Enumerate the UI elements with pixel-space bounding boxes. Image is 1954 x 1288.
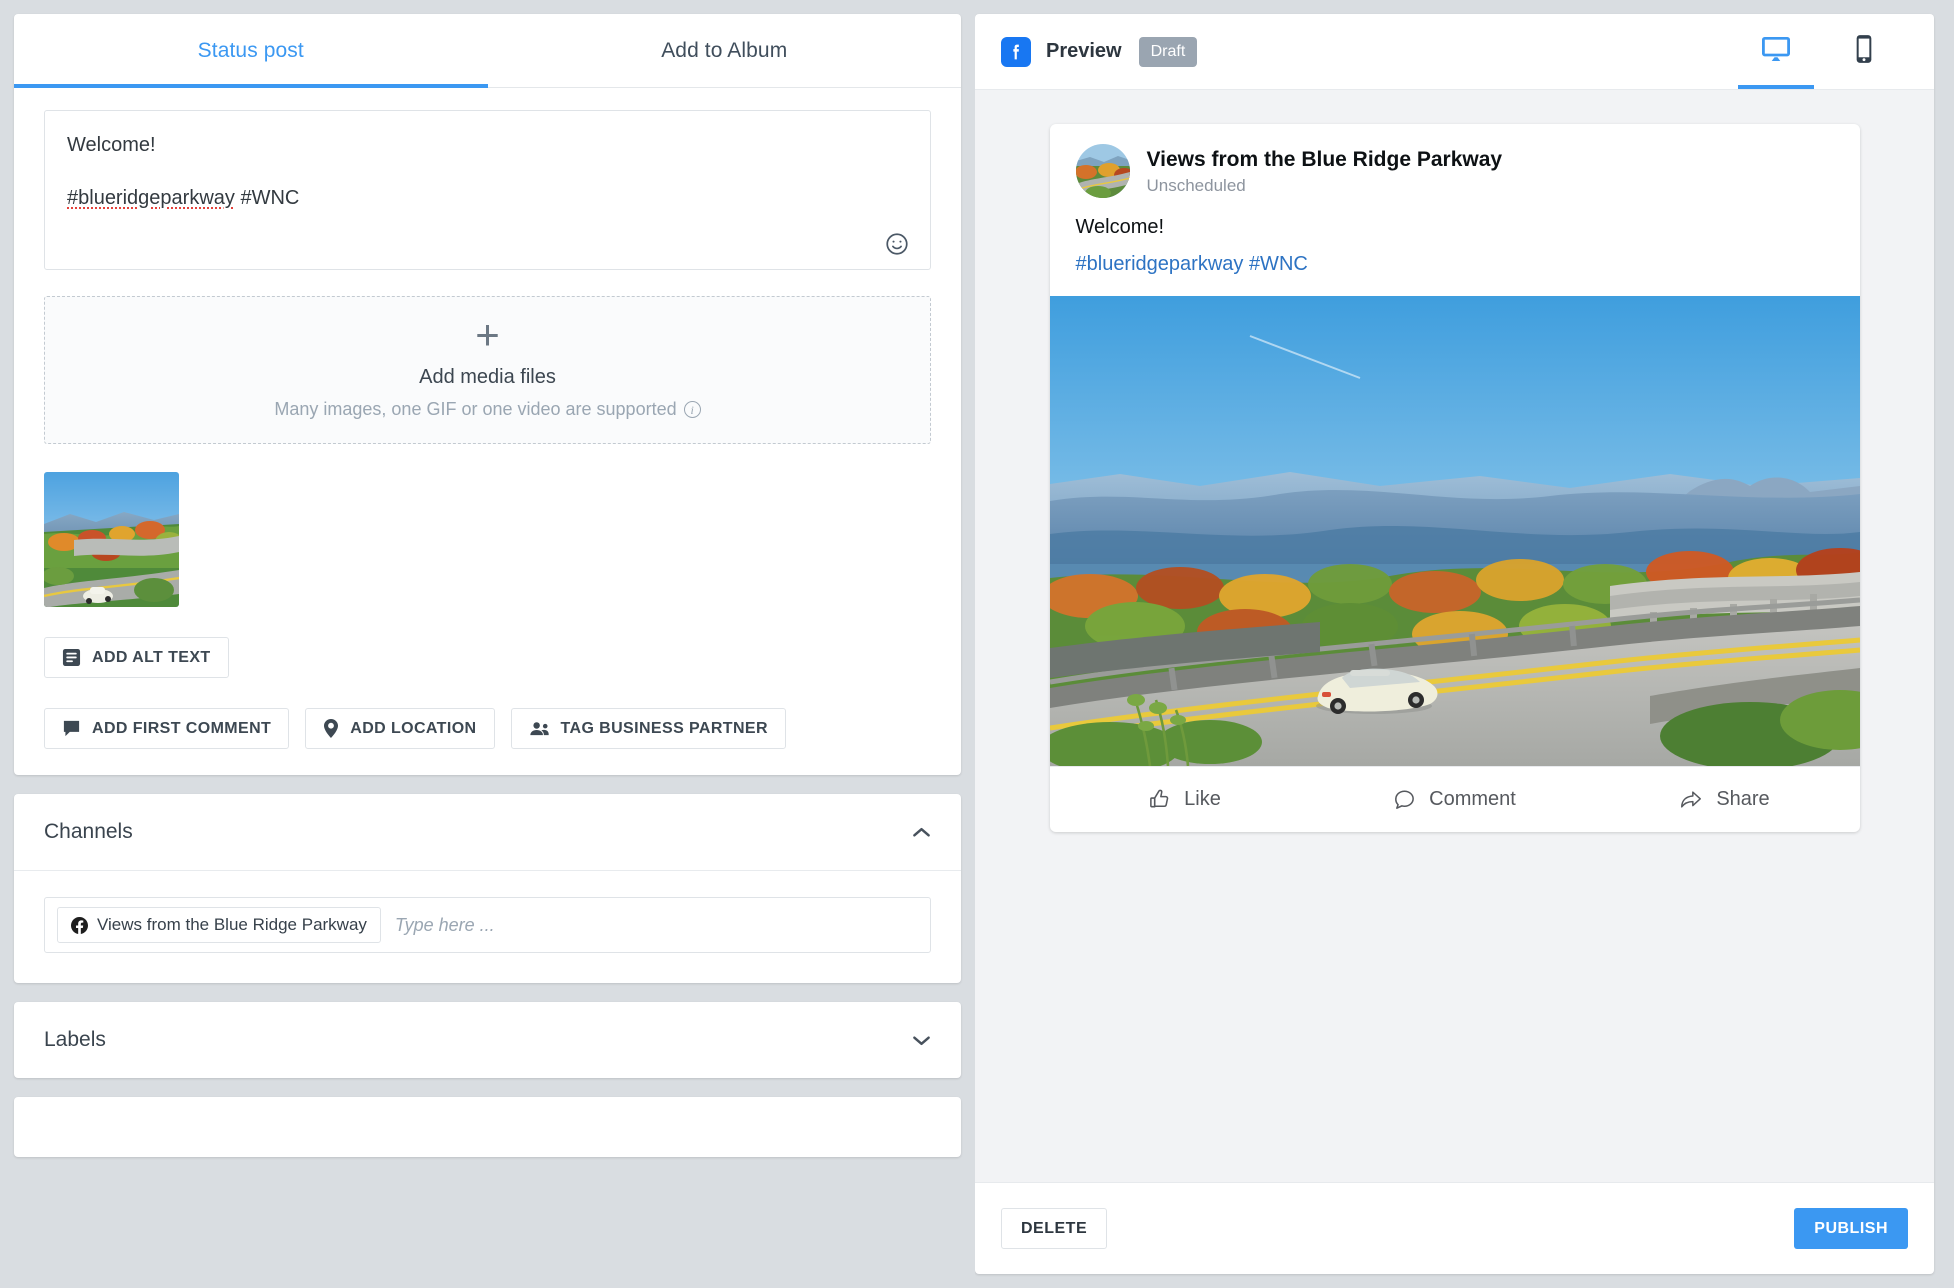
info-icon[interactable]: i: [683, 401, 701, 418]
share-arrow-icon: [1679, 788, 1703, 811]
alt-text-button-row: ADD ALT TEXT: [44, 637, 931, 678]
add-media-dropzone[interactable]: + Add media files Many images, one GIF o…: [44, 296, 931, 444]
channel-chip-facebook[interactable]: Views from the Blue Ridge Parkway: [57, 907, 381, 943]
post-text-editor[interactable]: Welcome! #blueridgeparkway #WNC: [44, 110, 931, 270]
share-label: Share: [1716, 788, 1770, 810]
smiley-icon[interactable]: [884, 231, 910, 257]
channels-section-header[interactable]: Channels: [14, 794, 961, 870]
tag-business-partner-label: TAG BUSINESS PARTNER: [560, 719, 768, 737]
thumbs-up-icon: [1148, 788, 1171, 811]
tab-add-to-album-label: Add to Album: [661, 38, 788, 62]
channels-section-body: Views from the Blue Ridge Parkway Type h…: [14, 871, 961, 983]
phone-icon: [1847, 33, 1881, 70]
compose-body: Welcome! #blueridgeparkway #WNC + Add me…: [14, 88, 961, 775]
post-body-text: Welcome!: [1075, 216, 1165, 238]
add-alt-text-label: ADD ALT TEXT: [92, 648, 211, 666]
channel-search-input[interactable]: Type here ...: [395, 915, 495, 936]
hashtag-wnc: #WNC: [234, 187, 300, 209]
post-text-line-2: #blueridgeparkway #WNC: [67, 184, 908, 213]
people-icon: [529, 721, 550, 737]
tab-status-post-label: Status post: [197, 38, 304, 62]
add-first-comment-label: ADD FIRST COMMENT: [92, 719, 272, 737]
preview-header: Preview Draft: [975, 14, 1934, 90]
post-page-name: Views from the Blue Ridge Parkway: [1146, 148, 1503, 172]
channel-chip-label: Views from the Blue Ridge Parkway: [97, 915, 367, 934]
preview-panel: Preview Draft Views from the Blue Ridge …: [975, 0, 1954, 1288]
tab-status-post[interactable]: Status post: [14, 14, 488, 88]
post-header-text: Views from the Blue Ridge Parkway Unsche…: [1147, 146, 1503, 195]
comment-filled-icon: [62, 719, 81, 738]
chevron-down-icon[interactable]: [912, 1034, 931, 1047]
alt-text-icon: [62, 648, 81, 667]
post-composer-screen: Status post Add to Album Welcome! #bluer…: [0, 0, 1954, 1288]
dropzone-subtitle: Many images, one GIF or one video are su…: [274, 399, 677, 419]
hashtag-blueridgeparkway: #blueridgeparkway: [67, 187, 235, 209]
preview-shell: Preview Draft Views from the Blue Ridge …: [975, 14, 1934, 1274]
avatar[interactable]: [1075, 144, 1130, 198]
preview-title: Preview: [1046, 40, 1122, 62]
mobile-view-toggle[interactable]: [1820, 14, 1908, 89]
add-location-label: ADD LOCATION: [350, 719, 477, 737]
delete-button[interactable]: DELETE: [1001, 1208, 1108, 1249]
preview-footer: DELETE PUBLISH: [975, 1182, 1934, 1274]
location-pin-icon: [323, 719, 339, 738]
compose-card: Status post Add to Album Welcome! #bluer…: [14, 14, 961, 775]
like-button[interactable]: Like: [1050, 788, 1320, 811]
monitor-icon: [1759, 33, 1793, 70]
add-location-button[interactable]: ADD LOCATION: [305, 708, 495, 749]
channels-card: Channels Views from the Blue Ridge Parkw…: [14, 794, 961, 983]
add-first-comment-button[interactable]: ADD FIRST COMMENT: [44, 708, 290, 749]
post-action-bar: Like Comment Share: [1049, 766, 1860, 832]
like-label: Like: [1184, 788, 1221, 810]
preview-body: Views from the Blue Ridge Parkway Unsche…: [975, 90, 1934, 1182]
tab-add-to-album[interactable]: Add to Album: [488, 14, 962, 87]
facebook-post-preview: Views from the Blue Ridge Parkway Unsche…: [1049, 124, 1860, 832]
publish-button[interactable]: PUBLISH: [1794, 1208, 1908, 1249]
post-image[interactable]: [1049, 296, 1860, 766]
post-timestamp: Unscheduled: [1146, 175, 1246, 195]
chevron-up-icon[interactable]: [912, 826, 931, 839]
share-button[interactable]: Share: [1590, 788, 1860, 811]
comment-button[interactable]: Comment: [1320, 788, 1590, 811]
post-text-blank-line: [67, 160, 908, 184]
facebook-icon: [71, 916, 88, 934]
attachment-list: [44, 472, 931, 607]
post-text-line-1: Welcome!: [67, 134, 156, 156]
channels-title: Channels: [44, 820, 133, 843]
add-alt-text-button[interactable]: ADD ALT TEXT: [44, 637, 229, 678]
comment-label: Comment: [1429, 788, 1516, 810]
dropzone-subtitle-row: Many images, one GIF or one video are su…: [274, 399, 701, 420]
post-hashtags[interactable]: #blueridgeparkway #WNC: [1050, 239, 1860, 296]
tag-business-partner-button[interactable]: TAG BUSINESS PARTNER: [510, 708, 786, 749]
preview-view-toggles: [1732, 14, 1908, 89]
desktop-view-toggle[interactable]: [1732, 14, 1820, 89]
post-extra-button-row: ADD FIRST COMMENT ADD LOCATION TAG BUSIN…: [44, 708, 931, 749]
labels-card: Labels: [14, 1002, 961, 1078]
compose-tabs: Status post Add to Album: [14, 14, 961, 88]
status-badge: Draft: [1138, 36, 1198, 67]
facebook-icon: [1001, 36, 1031, 67]
next-section-card: [14, 1097, 961, 1157]
post-header: Views from the Blue Ridge Parkway Unsche…: [1050, 124, 1860, 198]
channel-selector-field[interactable]: Views from the Blue Ridge Parkway Type h…: [44, 897, 931, 953]
attachment-thumbnail[interactable]: [44, 472, 179, 607]
composer-panel: Status post Add to Album Welcome! #bluer…: [0, 0, 975, 1288]
labels-title: Labels: [44, 1028, 106, 1051]
plus-icon: +: [475, 311, 500, 358]
labels-section-header[interactable]: Labels: [14, 1002, 961, 1078]
comment-bubble-icon: [1393, 788, 1416, 811]
dropzone-title: Add media files: [419, 366, 556, 388]
